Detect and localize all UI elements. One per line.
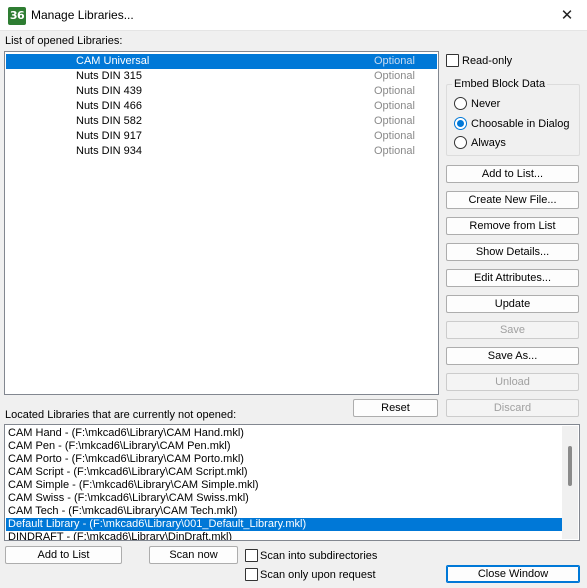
located-list-scrollbar[interactable] — [562, 426, 578, 539]
located-libraries-list[interactable]: CAM Hand - (F:\mkcad6\Library\CAM Hand.m… — [4, 424, 580, 541]
located-library-row[interactable]: CAM Swiss - (F:\mkcad6\Library\CAM Swiss… — [6, 492, 562, 505]
discard-button[interactable]: Discard — [446, 399, 579, 417]
library-status: Optional — [374, 85, 415, 97]
located-library-row[interactable]: CAM Tech - (F:\mkcad6\Library\CAM Tech.m… — [6, 505, 562, 518]
located-library-row[interactable]: CAM Pen - (F:\mkcad6\Library\CAM Pen.mkl… — [6, 440, 562, 453]
opened-libraries-list[interactable]: CAM Universal Optional Nuts DIN 315 Opti… — [4, 51, 439, 395]
unload-button[interactable]: Unload — [446, 373, 579, 391]
read-only-label: Read-only — [462, 55, 513, 67]
located-library-row[interactable]: Default Library - (F:\mkcad6\Library\001… — [6, 518, 562, 531]
located-library-row[interactable]: CAM Simple - (F:\mkcad6\Library\CAM Simp… — [6, 479, 562, 492]
scrollbar-thumb[interactable] — [568, 446, 572, 486]
edit-attributes-button[interactable]: Edit Attributes... — [446, 269, 579, 287]
embed-choosable-label: Choosable in Dialog — [471, 118, 570, 130]
embed-always-radio[interactable] — [454, 136, 467, 149]
add-to-list-button[interactable]: Add to List... — [446, 165, 579, 183]
opened-library-row[interactable]: Nuts DIN 917 Optional — [6, 129, 437, 144]
scan-subdirectories-checkbox[interactable] — [245, 549, 258, 562]
library-name: Nuts DIN 917 — [76, 130, 143, 142]
located-library-row[interactable]: CAM Hand - (F:\mkcad6\Library\CAM Hand.m… — [6, 427, 562, 440]
scan-now-button[interactable]: Scan now — [149, 546, 238, 564]
window-title: Manage Libraries... — [31, 8, 134, 22]
library-name: Nuts DIN 315 — [76, 70, 143, 82]
library-status: Optional — [374, 70, 415, 82]
read-only-checkbox[interactable] — [446, 54, 459, 67]
opened-library-row[interactable]: CAM Universal Optional — [6, 54, 437, 69]
located-library-row[interactable]: CAM Porto - (F:\mkcad6\Library\CAM Porto… — [6, 453, 562, 466]
title-bar: 36 Manage Libraries... ✕ — [0, 0, 587, 31]
save-button[interactable]: Save — [446, 321, 579, 339]
opened-library-row[interactable]: Nuts DIN 466 Optional — [6, 99, 437, 114]
library-name: Nuts DIN 439 — [76, 85, 143, 97]
embed-choosable-radio[interactable] — [454, 117, 467, 130]
library-name: Nuts DIN 466 — [76, 100, 143, 112]
close-icon[interactable]: ✕ — [547, 0, 587, 31]
remove-from-list-button[interactable]: Remove from List — [446, 217, 579, 235]
embed-never-radio[interactable] — [454, 97, 467, 110]
embed-never-label: Never — [471, 98, 501, 110]
show-details-button[interactable]: Show Details... — [446, 243, 579, 261]
close-window-button[interactable]: Close Window — [446, 565, 580, 583]
save-as-button[interactable]: Save As... — [446, 347, 579, 365]
library-status: Optional — [374, 55, 415, 67]
add-to-list-bottom-button[interactable]: Add to List — [5, 546, 122, 564]
opened-library-row[interactable]: Nuts DIN 582 Optional — [6, 114, 437, 129]
update-button[interactable]: Update — [446, 295, 579, 313]
located-libraries-label: Located Libraries that are currently not… — [5, 409, 237, 421]
library-status: Optional — [374, 145, 415, 157]
located-library-row[interactable]: CAM Script - (F:\mkcad6\Library\CAM Scri… — [6, 466, 562, 479]
embed-always-label: Always — [471, 137, 506, 149]
scan-on-request-checkbox[interactable] — [245, 568, 258, 581]
library-status: Optional — [374, 130, 415, 142]
app-icon: 36 — [8, 7, 26, 25]
scan-on-request-label: Scan only upon request — [260, 569, 376, 581]
embed-block-data-title: Embed Block Data — [452, 78, 548, 90]
library-status: Optional — [374, 100, 415, 112]
library-name: CAM Universal — [76, 55, 150, 67]
library-name: Nuts DIN 934 — [76, 145, 143, 157]
opened-library-row[interactable]: Nuts DIN 934 Optional — [6, 144, 437, 159]
create-new-file-button[interactable]: Create New File... — [446, 191, 579, 209]
library-status: Optional — [374, 115, 415, 127]
located-library-row[interactable]: DINDRAFT - (F:\mkcad6\Library\DinDraft.m… — [6, 531, 562, 540]
opened-library-row[interactable]: Nuts DIN 315 Optional — [6, 69, 437, 84]
reset-button[interactable]: Reset — [353, 399, 438, 417]
opened-libraries-label: List of opened Libraries: — [5, 35, 123, 47]
opened-library-row[interactable]: Nuts DIN 439 Optional — [6, 84, 437, 99]
library-name: Nuts DIN 582 — [76, 115, 143, 127]
scan-subdirectories-label: Scan into subdirectories — [260, 550, 378, 562]
